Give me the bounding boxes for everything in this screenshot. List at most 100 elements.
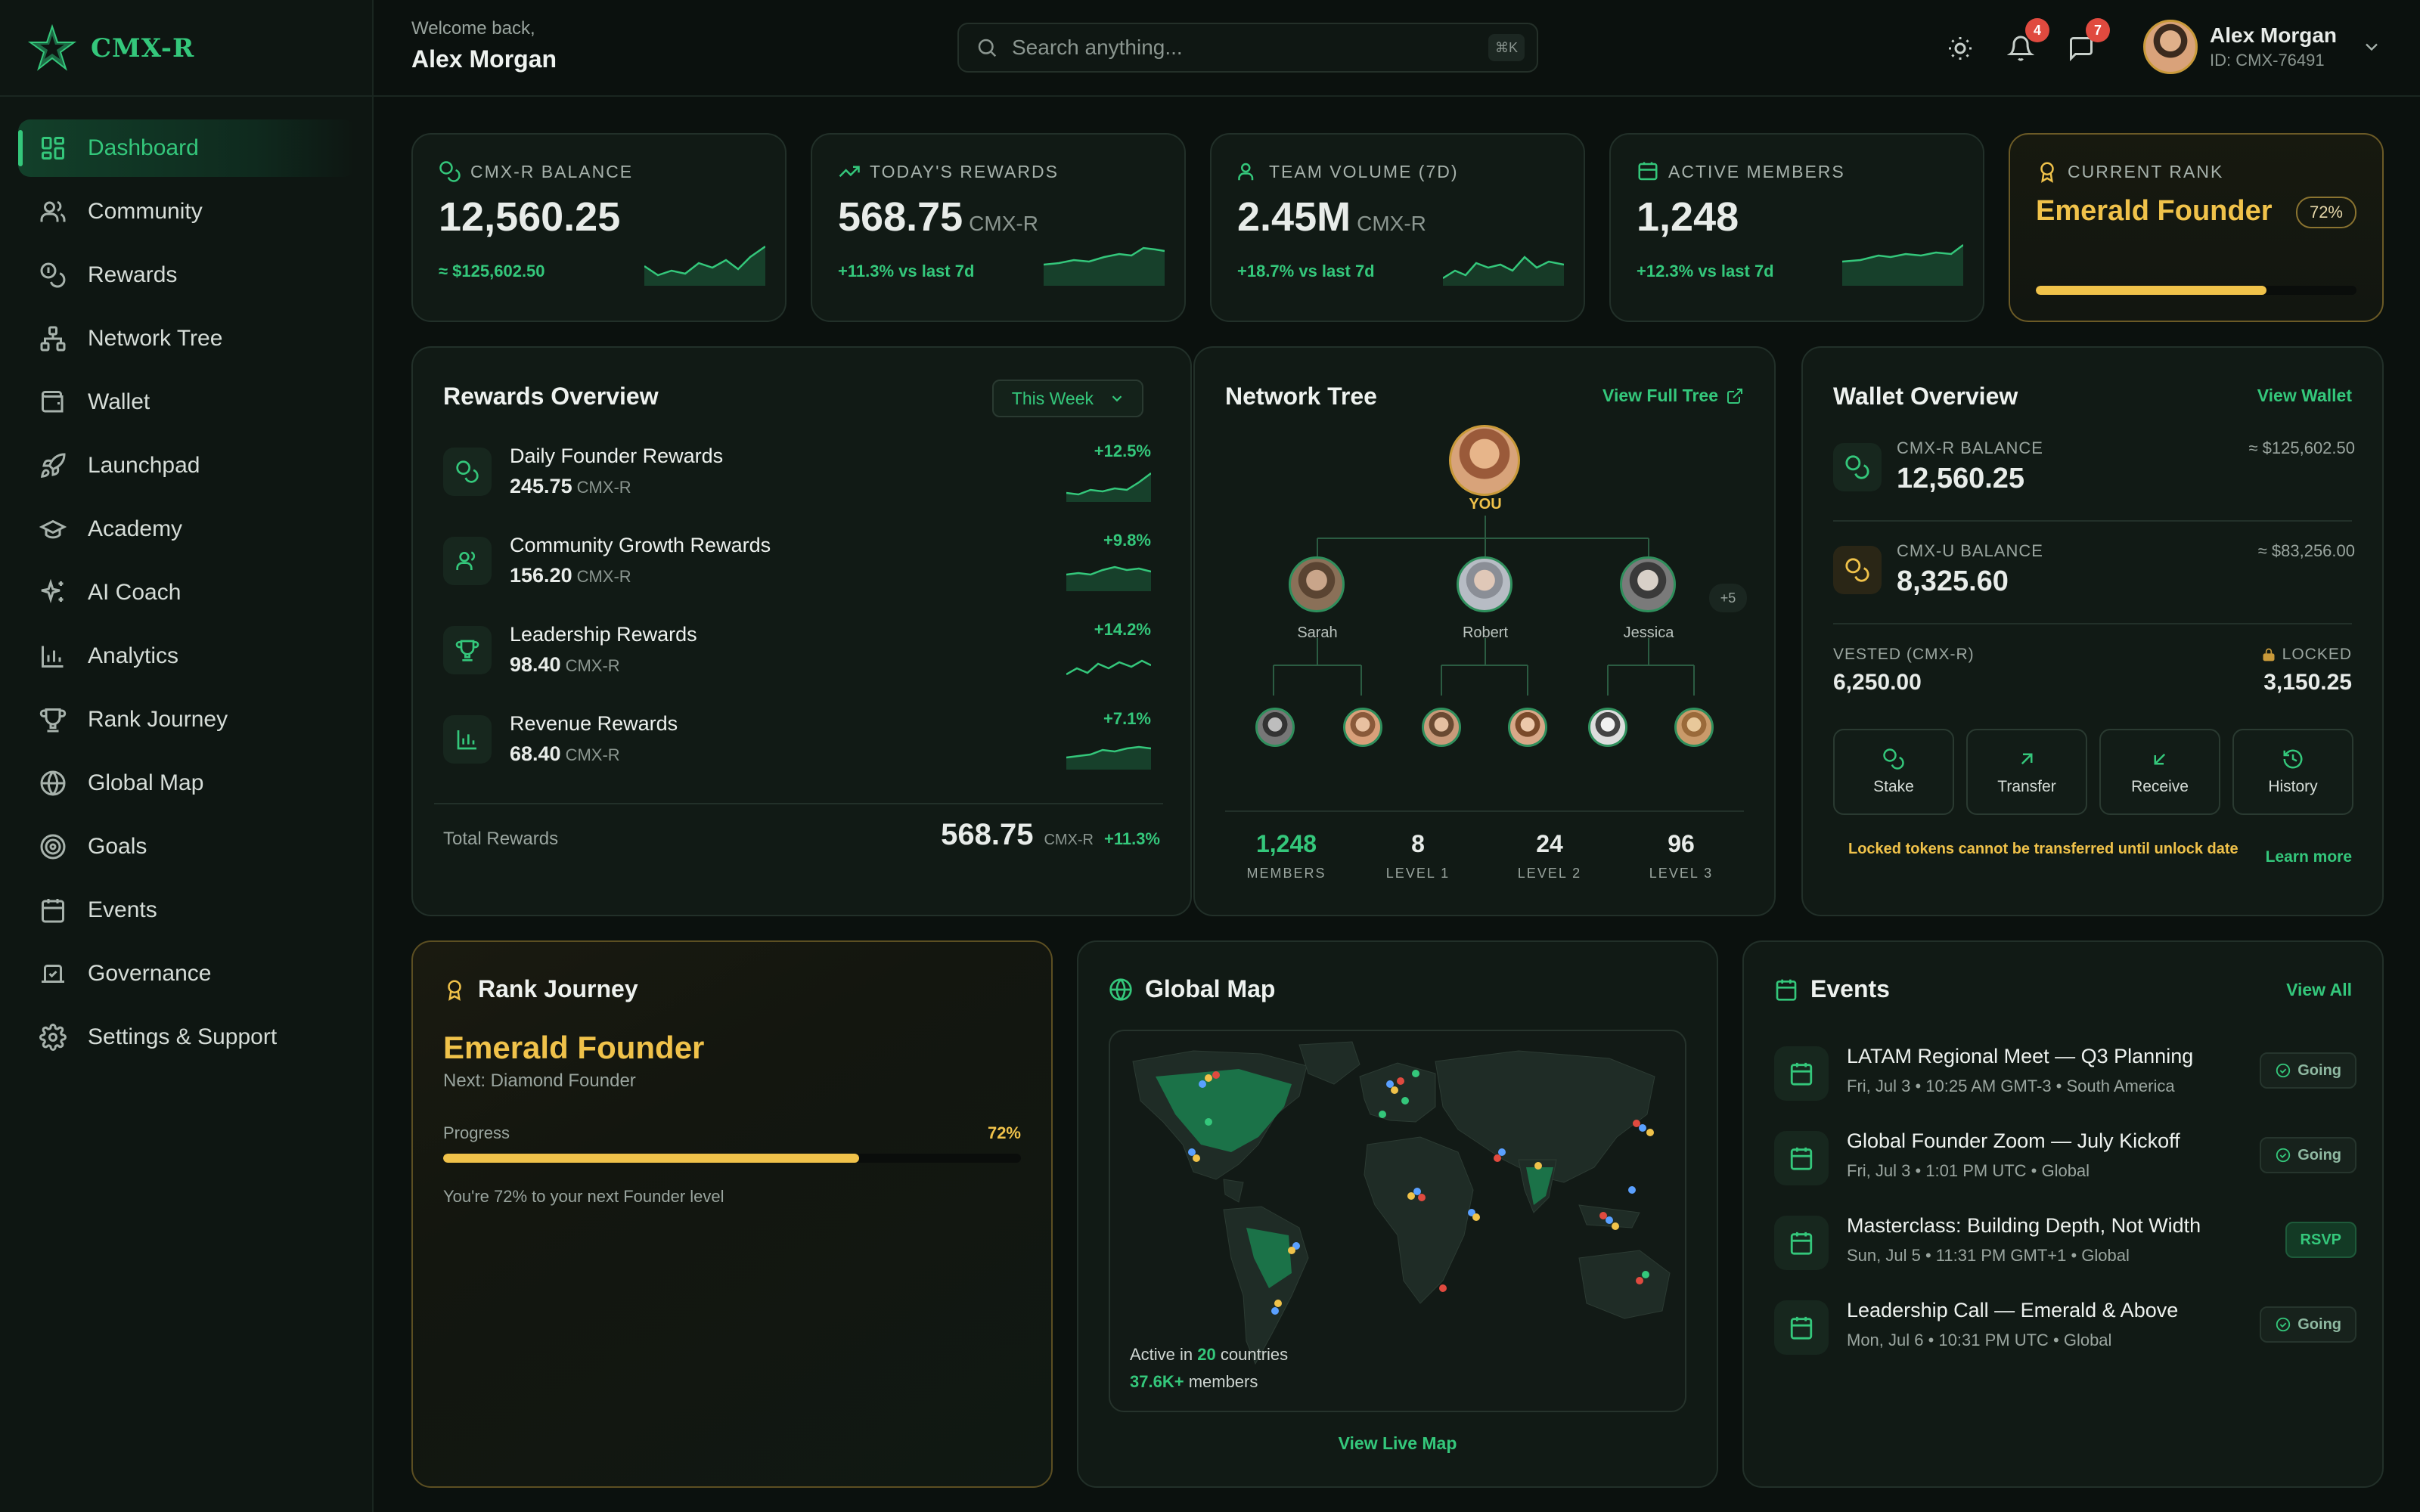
- balance-value: 8,325.60: [1897, 565, 2009, 597]
- user-menu[interactable]: Alex Morgan ID: CMX-76491: [2143, 20, 2382, 74]
- rsvp-button[interactable]: RSVP: [2285, 1222, 2356, 1258]
- sidebar-item-settings-support[interactable]: Settings & Support: [18, 1009, 355, 1066]
- avatar-sarah[interactable]: [1289, 556, 1345, 612]
- sidebar-item-analytics[interactable]: Analytics: [18, 627, 355, 685]
- reward-row[interactable]: Daily Founder Rewards 245.75 CMX-R +12.5%: [443, 442, 1151, 511]
- view-wallet-link[interactable]: View Wallet: [2257, 386, 2352, 406]
- reward-value-text: 156.20: [510, 564, 572, 587]
- reward-value: 98.40 CMX-R: [510, 653, 620, 677]
- event-item[interactable]: Leadership Call — Emerald & Above Mon, J…: [1774, 1288, 2356, 1364]
- world-map[interactable]: Active in 20 countries 37.6K+ members: [1109, 1030, 1686, 1412]
- event-item[interactable]: Masterclass: Building Depth, Not Width S…: [1774, 1204, 2356, 1279]
- sidebar-item-global-map[interactable]: Global Map: [18, 754, 355, 812]
- grid-icon: [42, 137, 64, 160]
- reward-row[interactable]: Community Growth Rewards 156.20 CMX-R +9.…: [443, 531, 1151, 600]
- brand-logo[interactable]: CMX-R: [27, 21, 194, 76]
- period-select[interactable]: This Week: [991, 380, 1143, 417]
- avatar-level2[interactable]: [1255, 708, 1295, 747]
- cmxr-balance-row[interactable]: CMX-R BALANCE 12,560.25 ≈ $125,602.50: [1833, 429, 2355, 505]
- sidebar-item-goals[interactable]: Goals: [18, 818, 355, 875]
- reward-name: Daily Founder Rewards: [510, 445, 724, 467]
- stat-card-balance[interactable]: CMX-R BALANCE 12,560.25 ≈ $125,602.50: [411, 133, 786, 322]
- sidebar-nav: Dashboard Community Rewards Network Tree…: [18, 119, 355, 1072]
- card-title: Events: [1774, 975, 1890, 1003]
- sparkline-chart: [644, 245, 765, 286]
- stake-button[interactable]: Stake: [1833, 729, 1954, 815]
- event-status-button[interactable]: Going: [2260, 1137, 2356, 1173]
- sparkline-chart: [1044, 246, 1165, 286]
- stat-card-active-members[interactable]: ACTIVE MEMBERS 1,248 +12.3% vs last 7d: [1609, 133, 1984, 322]
- sparkline-chart: [1443, 256, 1564, 286]
- rank-journey-progress-fill: [443, 1154, 860, 1163]
- progress-note: You're 72% to your next Founder level: [443, 1187, 724, 1206]
- sidebar-item-rewards[interactable]: Rewards: [18, 246, 355, 304]
- sparkline-chart: [1066, 745, 1151, 770]
- bar-chart-icon: [443, 715, 492, 764]
- event-title: Leadership Call — Emerald & Above: [1847, 1299, 2179, 1321]
- sidebar-item-launchpad[interactable]: Launchpad: [18, 437, 355, 494]
- rank-name: Emerald Founder: [443, 1030, 705, 1065]
- stat-value-text: 568.75: [838, 194, 963, 240]
- transfer-button[interactable]: Transfer: [1966, 729, 2087, 815]
- stat-delta: +12.3% vs last 7d: [1637, 262, 1774, 280]
- view-all-events-link[interactable]: View All: [2286, 980, 2352, 1000]
- coins-icon: [443, 448, 492, 496]
- event-meta: Mon, Jul 6 • 10:31 PM UTC • Global: [1847, 1331, 2112, 1349]
- learn-more-link[interactable]: Learn more: [2266, 848, 2352, 866]
- avatar-level2[interactable]: [1343, 708, 1382, 747]
- reward-delta: +14.2%: [1094, 620, 1151, 639]
- avatar-you[interactable]: [1449, 425, 1520, 496]
- event-status-button[interactable]: Going: [2260, 1052, 2356, 1089]
- history-icon: [2283, 749, 2303, 769]
- sidebar-item-governance[interactable]: Governance: [18, 945, 355, 1002]
- avatar-level2[interactable]: [1674, 708, 1714, 747]
- divider: [1833, 520, 2352, 522]
- reward-unit: CMX-R: [565, 656, 620, 675]
- cmxu-balance-row[interactable]: CMX-U BALANCE 8,325.60 ≈ $83,256.00: [1833, 532, 2355, 608]
- check-circle-icon: [2276, 1317, 2291, 1332]
- reward-row[interactable]: Leadership Rewards 98.40 CMX-R +14.2%: [443, 620, 1151, 689]
- sidebar-item-wallet[interactable]: Wallet: [18, 373, 355, 431]
- locked-value: 3,150.25: [2263, 670, 2352, 695]
- avatar-robert[interactable]: [1457, 556, 1512, 612]
- more-members-badge[interactable]: +5: [1709, 584, 1747, 612]
- card-title: Rank Journey: [443, 975, 638, 1003]
- sparkline-chart: [1066, 565, 1151, 591]
- stat-card-current-rank[interactable]: CURRENT RANK Emerald Founder 72%: [2009, 133, 2384, 322]
- sidebar-item-academy[interactable]: Academy: [18, 500, 355, 558]
- notifications-button[interactable]: 4: [2004, 18, 2049, 65]
- reward-unit: CMX-R: [576, 567, 631, 586]
- calendar-icon: [1774, 1216, 1829, 1270]
- rank-journey-card: Rank Journey Emerald Founder Next: Diamo…: [411, 940, 1053, 1488]
- stat-card-team-volume[interactable]: TEAM VOLUME (7D) 2.45M CMX-R +18.7% vs la…: [1210, 133, 1585, 322]
- event-status-button[interactable]: Going: [2260, 1306, 2356, 1343]
- stat-card-todays-rewards[interactable]: TODAY'S REWARDS 568.75 CMX-R +11.3% vs la…: [811, 133, 1186, 322]
- stat-unit: CMX-R: [1357, 212, 1426, 235]
- stat-value-text: 1,248: [1637, 194, 1739, 240]
- avatar-level2[interactable]: [1422, 708, 1461, 747]
- history-button[interactable]: History: [2232, 729, 2353, 815]
- stat-label: ACTIVE MEMBERS: [1637, 160, 1845, 183]
- sidebar-item-label: Network Tree: [88, 326, 223, 351]
- reward-row[interactable]: Revenue Rewards 68.40 CMX-R +7.1%: [443, 709, 1151, 779]
- sidebar-item-ai-coach[interactable]: AI Coach: [18, 564, 355, 621]
- event-item[interactable]: Global Founder Zoom — July Kickoff Fri, …: [1774, 1119, 2356, 1194]
- theme-toggle-button[interactable]: [1944, 32, 1977, 65]
- search-input[interactable]: Search anything... ⌘K: [957, 23, 1538, 73]
- sidebar-item-rank-journey[interactable]: Rank Journey: [18, 691, 355, 748]
- sidebar-item-dashboard[interactable]: Dashboard: [18, 119, 355, 177]
- avatar-jessica[interactable]: [1620, 556, 1676, 612]
- avatar-level2[interactable]: [1508, 708, 1547, 747]
- stat-value: 568.75 CMX-R: [838, 194, 1038, 240]
- reward-delta: +9.8%: [1103, 531, 1151, 550]
- event-item[interactable]: LATAM Regional Meet — Q3 Planning Fri, J…: [1774, 1034, 2356, 1110]
- receive-button[interactable]: Receive: [2099, 729, 2220, 815]
- sidebar-item-events[interactable]: Events: [18, 881, 355, 939]
- current-rank-name: Emerald Founder: [2036, 195, 2273, 227]
- avatar-level2[interactable]: [1588, 708, 1627, 747]
- check-circle-icon: [2276, 1063, 2291, 1078]
- sidebar-item-network-tree[interactable]: Network Tree: [18, 310, 355, 367]
- view-live-map-link[interactable]: View Live Map: [1078, 1433, 1717, 1454]
- messages-button[interactable]: 7: [2065, 18, 2110, 65]
- sidebar-item-community[interactable]: Community: [18, 183, 355, 240]
